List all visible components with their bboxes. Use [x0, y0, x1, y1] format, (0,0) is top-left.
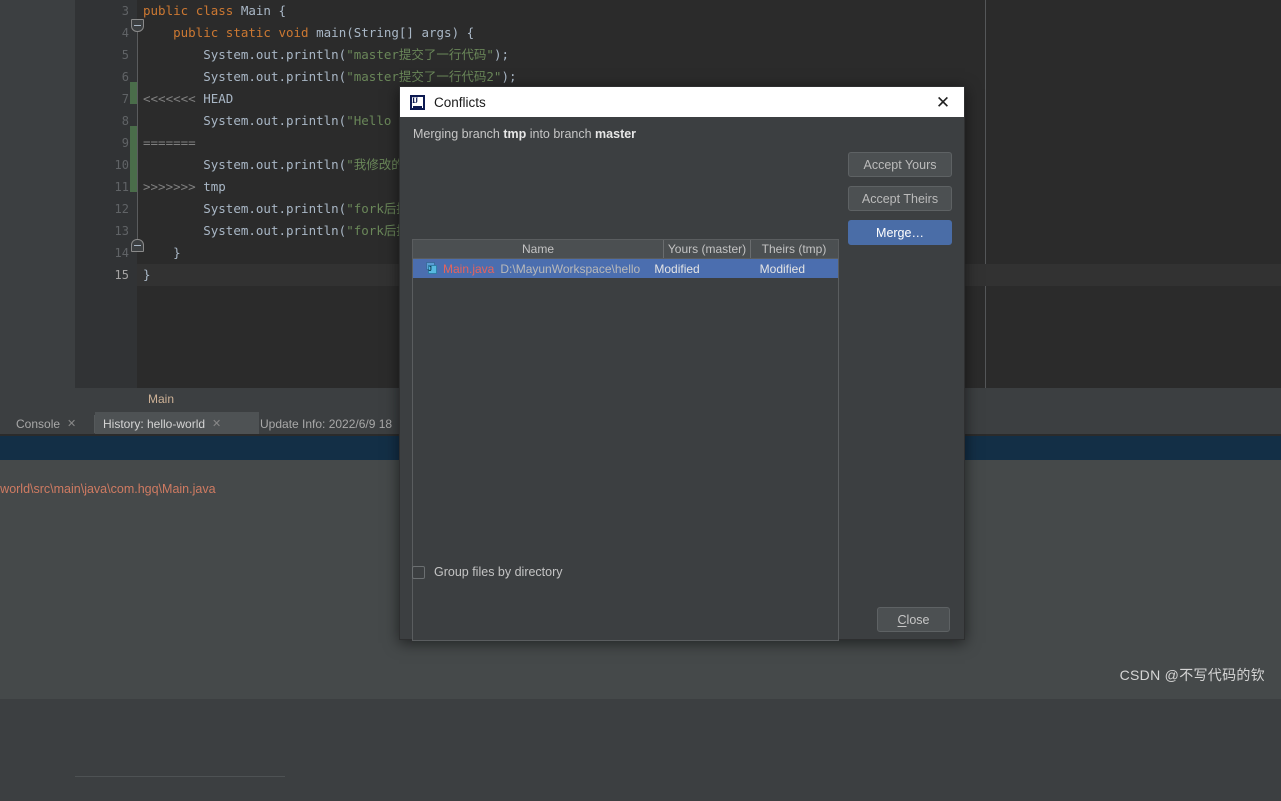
merge-message: Merging branch tmp into branch master	[413, 127, 636, 141]
cell-theirs-status: Modified	[739, 262, 825, 276]
editor-gutter[interactable]: 3456789101112131415	[75, 0, 137, 388]
code-line[interactable]: System.out.println("master提交了一行代码2");	[137, 66, 1281, 88]
group-files-checkbox-row[interactable]: Group files by directory	[412, 565, 563, 579]
group-files-label: Group files by directory	[434, 565, 563, 579]
file-name: Main.java	[443, 262, 494, 276]
table-row[interactable]: J Main.java D:\MayunWorkspace\hello Modi…	[413, 259, 838, 278]
intellij-idea-icon: IJ	[410, 95, 425, 110]
close-button[interactable]: Close	[877, 607, 950, 632]
accept-yours-button[interactable]: Accept Yours	[848, 152, 952, 177]
target-branch-name: master	[595, 127, 636, 141]
tool-tab-history[interactable]: History: hello-world ✕	[95, 412, 259, 436]
code-line[interactable]: public static void main(String[] args) {	[137, 22, 1281, 44]
line-number: 10	[89, 154, 129, 176]
tool-tab-console[interactable]: Console ✕	[8, 412, 102, 436]
tool-tab-label: Console	[16, 412, 60, 436]
java-file-icon: J	[425, 262, 438, 275]
console-line: -world\src\main\java\com.hgq\Main.java	[0, 482, 216, 496]
column-header-yours[interactable]: Yours (master)	[664, 240, 751, 258]
accept-theirs-button[interactable]: Accept Theirs	[848, 186, 952, 211]
conflict-file-table[interactable]: Name Yours (master) Theirs (tmp) J Main.…	[412, 239, 839, 641]
merge-message-prefix: Merging branch	[413, 127, 503, 141]
dialog-title-bar[interactable]: IJ Conflicts ✕	[400, 87, 964, 117]
code-line[interactable]: System.out.println("master提交了一行代码");	[137, 44, 1281, 66]
tool-tab-update-info[interactable]: Update Info: 2022/6/9 18	[252, 412, 400, 436]
vcs-change-marker[interactable]	[130, 126, 137, 192]
close-icon[interactable]: ✕	[930, 89, 956, 115]
watermark: CSDN @不写代码的钦	[1120, 665, 1265, 685]
line-number: 3	[89, 0, 129, 22]
checkbox-icon[interactable]	[412, 566, 425, 579]
line-number: 4	[89, 22, 129, 44]
source-branch-name: tmp	[503, 127, 526, 141]
line-number: 13	[89, 220, 129, 242]
merge-label: Merge…	[876, 226, 924, 240]
line-number: 6	[89, 66, 129, 88]
column-header-name[interactable]: Name	[413, 240, 664, 258]
dialog-title: Conflicts	[434, 95, 486, 110]
close-suffix: lose	[907, 613, 930, 627]
close-mnemonic: C	[898, 613, 907, 627]
line-number: 8	[89, 110, 129, 132]
breadcrumb-tab-area	[75, 776, 285, 801]
line-number: 15	[89, 264, 129, 286]
accept-yours-label: Accept Yours	[864, 158, 937, 172]
column-header-theirs[interactable]: Theirs (tmp)	[751, 240, 837, 258]
close-icon[interactable]: ✕	[212, 419, 221, 430]
tool-tab-label: History: hello-world	[103, 412, 205, 436]
close-icon[interactable]: ✕	[67, 419, 76, 430]
line-number: 9	[89, 132, 129, 154]
close-button-label: Close	[898, 613, 930, 627]
merge-message-middle: into branch	[526, 127, 595, 141]
merge-button[interactable]: Merge…	[848, 220, 952, 245]
line-number: 12	[89, 198, 129, 220]
cell-yours-status: Modified	[652, 262, 739, 276]
editor-left-margin	[0, 0, 75, 388]
tool-tab-label: Update Info: 2022/6/9 18	[260, 412, 392, 436]
accept-theirs-label: Accept Theirs	[862, 192, 938, 206]
line-number: 14	[89, 242, 129, 264]
line-number: 11	[89, 176, 129, 198]
table-header-row: Name Yours (master) Theirs (tmp)	[413, 240, 838, 259]
vcs-change-marker[interactable]	[130, 82, 137, 104]
breadcrumb[interactable]: Main	[148, 392, 174, 406]
line-number: 7	[89, 88, 129, 110]
file-path: D:\MayunWorkspace\hello	[500, 262, 652, 276]
line-number: 5	[89, 44, 129, 66]
code-line[interactable]: public class Main {	[137, 0, 1281, 22]
